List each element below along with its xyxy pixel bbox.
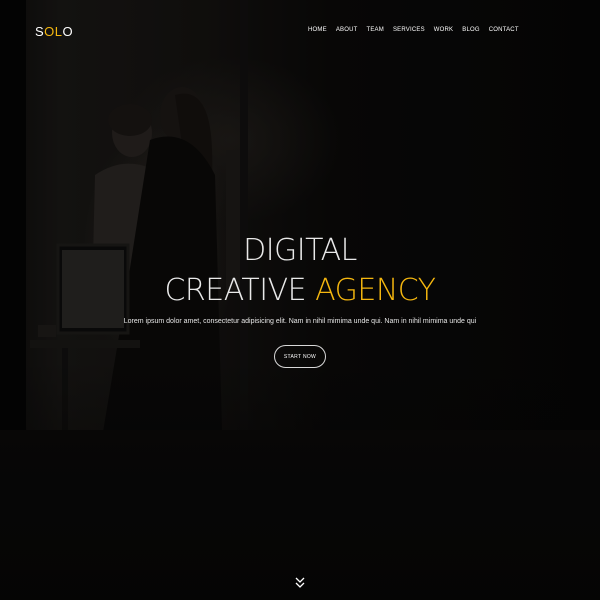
logo[interactable]: SOLO — [35, 24, 73, 39]
hero-subtitle: Lorem ipsum dolor amet, consectetur adip… — [123, 318, 477, 325]
hero-headline-accent: AGENCY — [315, 273, 436, 308]
hero-headline-line1: DIGITAL — [243, 233, 357, 268]
hero-headline-prefix: CREATIVE — [164, 273, 316, 308]
main-nav: HOME ABOUT TEAM SERVICES WORK BLOG CONTA… — [308, 27, 528, 33]
start-now-button[interactable]: START NOW — [274, 345, 326, 368]
chevron-down-double-icon[interactable] — [294, 576, 306, 590]
navbar: SOLO HOME ABOUT TEAM SERVICES WORK BLOG … — [0, 0, 600, 62]
nav-item-work[interactable]: WORK — [434, 27, 453, 33]
nav-item-home[interactable]: HOME — [308, 27, 327, 33]
hero-section: SOLO HOME ABOUT TEAM SERVICES WORK BLOG … — [0, 0, 600, 600]
nav-item-services[interactable]: SERVICES — [393, 27, 425, 33]
logo-letters-accent: OL — [44, 24, 63, 39]
logo-letter-o: O — [62, 24, 74, 39]
nav-item-blog[interactable]: BLOG — [462, 27, 479, 33]
logo-letter-s: S — [35, 24, 45, 39]
nav-item-about[interactable]: ABOUT — [336, 27, 358, 33]
hero-headline-line2: CREATIVE AGENCY — [0, 273, 600, 308]
nav-item-contact[interactable]: CONTACT — [489, 27, 519, 33]
nav-item-team[interactable]: TEAM — [366, 27, 383, 33]
